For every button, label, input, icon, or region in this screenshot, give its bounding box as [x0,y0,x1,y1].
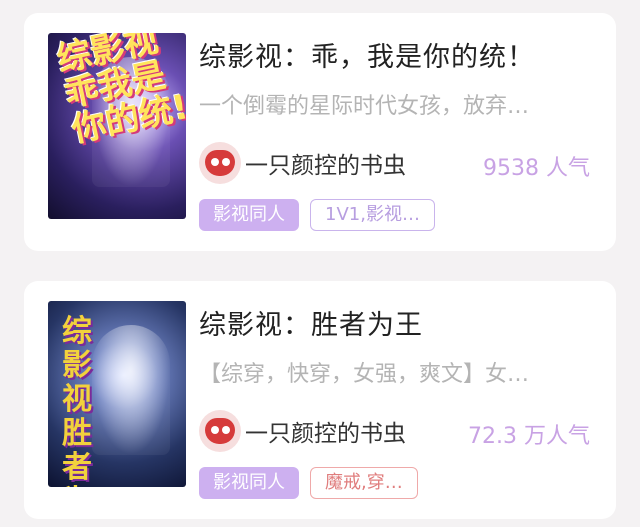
avatar-eye-icon [211,158,219,166]
author-avatar[interactable] [199,142,241,184]
category-tag[interactable]: 影视同人 [199,467,299,499]
cover-title-art: 综影视乖我是你的统! [53,33,186,151]
cover-title-art: 综影视胜者为王 [62,314,92,488]
book-intro: 【综穿，快穿，女强，爽文】女… [199,362,530,387]
book-title[interactable]: 综影视：胜者为王 [199,303,423,342]
book-intro: 一个倒霉的星际时代女孩，放弃… [199,94,530,119]
avatar-eye-icon [222,158,230,166]
book-card[interactable]: 综影视胜者为王 综影视：胜者为王 【综穿，快穿，女强，爽文】女… 一只颜控的书虫… [24,281,616,519]
category-tag[interactable]: 影视同人 [199,199,299,231]
tag-list: 影视同人 1V1,影视… [199,199,435,231]
author-info[interactable]: 一只颜控的书虫 [199,409,406,453]
tag-list: 影视同人 魔戒,穿… [199,467,418,499]
book-list: 综影视乖我是你的统! 综影视：乖，我是你的统！ 一个倒霉的星际时代女孩，放弃… … [0,0,640,527]
popularity-count: 9538 人气 [483,156,590,181]
avatar-eye-icon [222,426,230,434]
book-cover[interactable]: 综影视胜者为王 [48,301,186,487]
keyword-tag[interactable]: 魔戒,穿… [310,467,418,499]
author-name[interactable]: 一只颜控的书虫 [245,146,406,180]
author-info[interactable]: 一只颜控的书虫 [199,141,406,185]
avatar-face-icon [205,150,235,176]
book-card[interactable]: 综影视乖我是你的统! 综影视：乖，我是你的统！ 一个倒霉的星际时代女孩，放弃… … [24,13,616,251]
author-avatar[interactable] [199,410,241,452]
avatar-face-icon [205,418,235,444]
book-cover[interactable]: 综影视乖我是你的统! [48,33,186,219]
avatar-eye-icon [211,426,219,434]
book-title[interactable]: 综影视：乖，我是你的统！ [199,35,535,74]
author-name[interactable]: 一只颜控的书虫 [245,414,406,448]
popularity-count: 72.3 万人气 [468,424,590,449]
keyword-tag[interactable]: 1V1,影视… [310,199,435,231]
